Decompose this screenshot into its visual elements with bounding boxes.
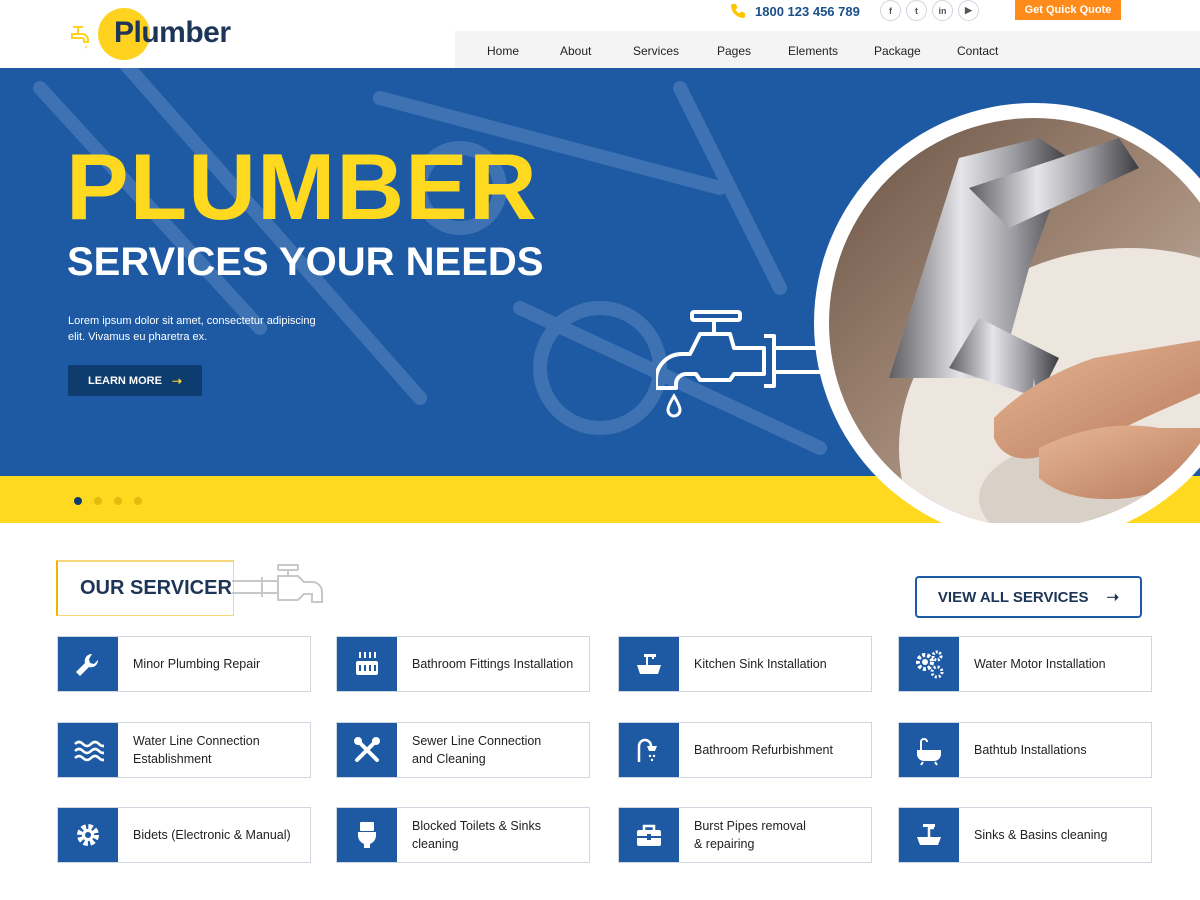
- nav-item-home[interactable]: Home: [487, 44, 519, 58]
- sink-icon: [619, 637, 679, 691]
- faucet-icon: [656, 310, 826, 418]
- basin-icon: [899, 808, 959, 862]
- service-card[interactable]: Bathtub Installations: [898, 722, 1152, 778]
- service-label: Bathroom Refurbishment: [694, 743, 833, 757]
- nav-item-services[interactable]: Services: [633, 44, 679, 58]
- service-card[interactable]: Minor Plumbing Repair: [57, 636, 311, 692]
- nav-item-pages[interactable]: Pages: [717, 44, 751, 58]
- main-nav: Home About Services Pages Elements Package Con…: [455, 31, 1200, 68]
- phone-icon: [731, 4, 745, 18]
- view-all-label: VIEW ALL SERVICES: [937, 588, 1089, 606]
- social-links: f t in ▶: [880, 0, 979, 21]
- toolbox-icon: [619, 808, 679, 862]
- heater-icon: [337, 637, 397, 691]
- service-label: Kitchen Sink Installation: [694, 657, 827, 671]
- service-card[interactable]: Bathroom Fittings Installation: [336, 636, 590, 692]
- slider-dot[interactable]: [74, 497, 82, 505]
- faucet-logo-icon: [71, 26, 89, 49]
- service-label: Bathtub Installations: [974, 743, 1087, 757]
- service-label: Burst Pipes removal & repairing: [694, 819, 806, 851]
- nav-item-package[interactable]: Package: [874, 44, 921, 58]
- faucet-decoration-icon: [232, 564, 323, 603]
- slider-dots: [74, 497, 142, 505]
- service-card[interactable]: Bathroom Refurbishment: [618, 722, 872, 778]
- service-card[interactable]: Water Line Connection Establishment: [57, 722, 311, 778]
- learn-more-button[interactable]: LEARN MORE ➝: [68, 365, 202, 396]
- service-card[interactable]: Sewer Line Connection and Cleaning: [336, 722, 590, 778]
- toilet-icon: [337, 808, 397, 862]
- service-card[interactable]: Sinks & Basins cleaning: [898, 807, 1152, 863]
- service-label: Bidets (Electronic & Manual): [133, 828, 291, 842]
- service-card[interactable]: Bidets (Electronic & Manual): [57, 807, 311, 863]
- phone-contact: 1800 123 456 789: [730, 0, 860, 22]
- tools-icon: [337, 723, 397, 777]
- gear-icon: [58, 808, 118, 862]
- facebook-icon[interactable]: f: [880, 0, 901, 21]
- services-section-title: OUR SERVICER: [80, 577, 232, 599]
- gears-icon: [899, 637, 959, 691]
- service-label: Sewer Line Connection and Cleaning: [412, 734, 542, 766]
- linkedin-icon[interactable]: in: [932, 0, 953, 21]
- service-label: Water Line Connection Establishment: [133, 734, 260, 766]
- service-card[interactable]: Kitchen Sink Installation: [618, 636, 872, 692]
- hero-description: Lorem ipsum dolor sit amet, consectetur …: [68, 315, 316, 343]
- hero-slider: PLUMBER SERVICES YOUR NEEDS Lorem ipsum …: [0, 68, 1200, 523]
- arrow-right-icon: ➝: [1106, 589, 1120, 606]
- logo[interactable]: Plumber: [68, 8, 268, 62]
- service-label: Sinks & Basins cleaning: [974, 828, 1108, 842]
- site-header: Plumber 1800 123 456 789 f t in ▶ Get Quick…: [0, 0, 1200, 68]
- service-card[interactable]: Water Motor Installation: [898, 636, 1152, 692]
- slider-dot[interactable]: [114, 497, 122, 505]
- view-all-services-button[interactable]: VIEW ALL SERVICES ➝: [915, 576, 1142, 618]
- get-quick-quote-button[interactable]: Get Quick Quote: [1015, 0, 1121, 20]
- brand-name: Plumber: [114, 16, 231, 49]
- wrench-icon: [58, 637, 118, 691]
- learn-more-label: LEARN MORE: [87, 374, 162, 387]
- youtube-icon[interactable]: ▶: [958, 0, 979, 21]
- service-card[interactable]: Burst Pipes removal & repairing: [618, 807, 872, 863]
- twitter-icon[interactable]: t: [906, 0, 927, 21]
- shower-icon: [619, 723, 679, 777]
- slider-dot[interactable]: [94, 497, 102, 505]
- phone-number[interactable]: 1800 123 456 789: [755, 4, 860, 19]
- service-card[interactable]: Blocked Toilets & Sinks cleaning: [336, 807, 590, 863]
- service-label: Blocked Toilets & Sinks cleaning: [412, 819, 541, 851]
- hero-subtitle: SERVICES YOUR NEEDS: [67, 240, 544, 284]
- nav-item-contact[interactable]: Contact: [957, 44, 998, 58]
- arrow-right-icon: ➝: [171, 373, 182, 388]
- nav-item-elements[interactable]: Elements: [788, 44, 838, 58]
- nav-item-about[interactable]: About: [560, 44, 591, 58]
- water-waves-icon: [58, 723, 118, 777]
- service-label: Bathroom Fittings Installation: [412, 657, 574, 671]
- bathtub-icon: [899, 723, 959, 777]
- service-label: Water Motor Installation: [974, 657, 1106, 671]
- service-label: Minor Plumbing Repair: [133, 657, 261, 671]
- hero-title: PLUMBER: [66, 134, 538, 239]
- slider-dot[interactable]: [134, 497, 142, 505]
